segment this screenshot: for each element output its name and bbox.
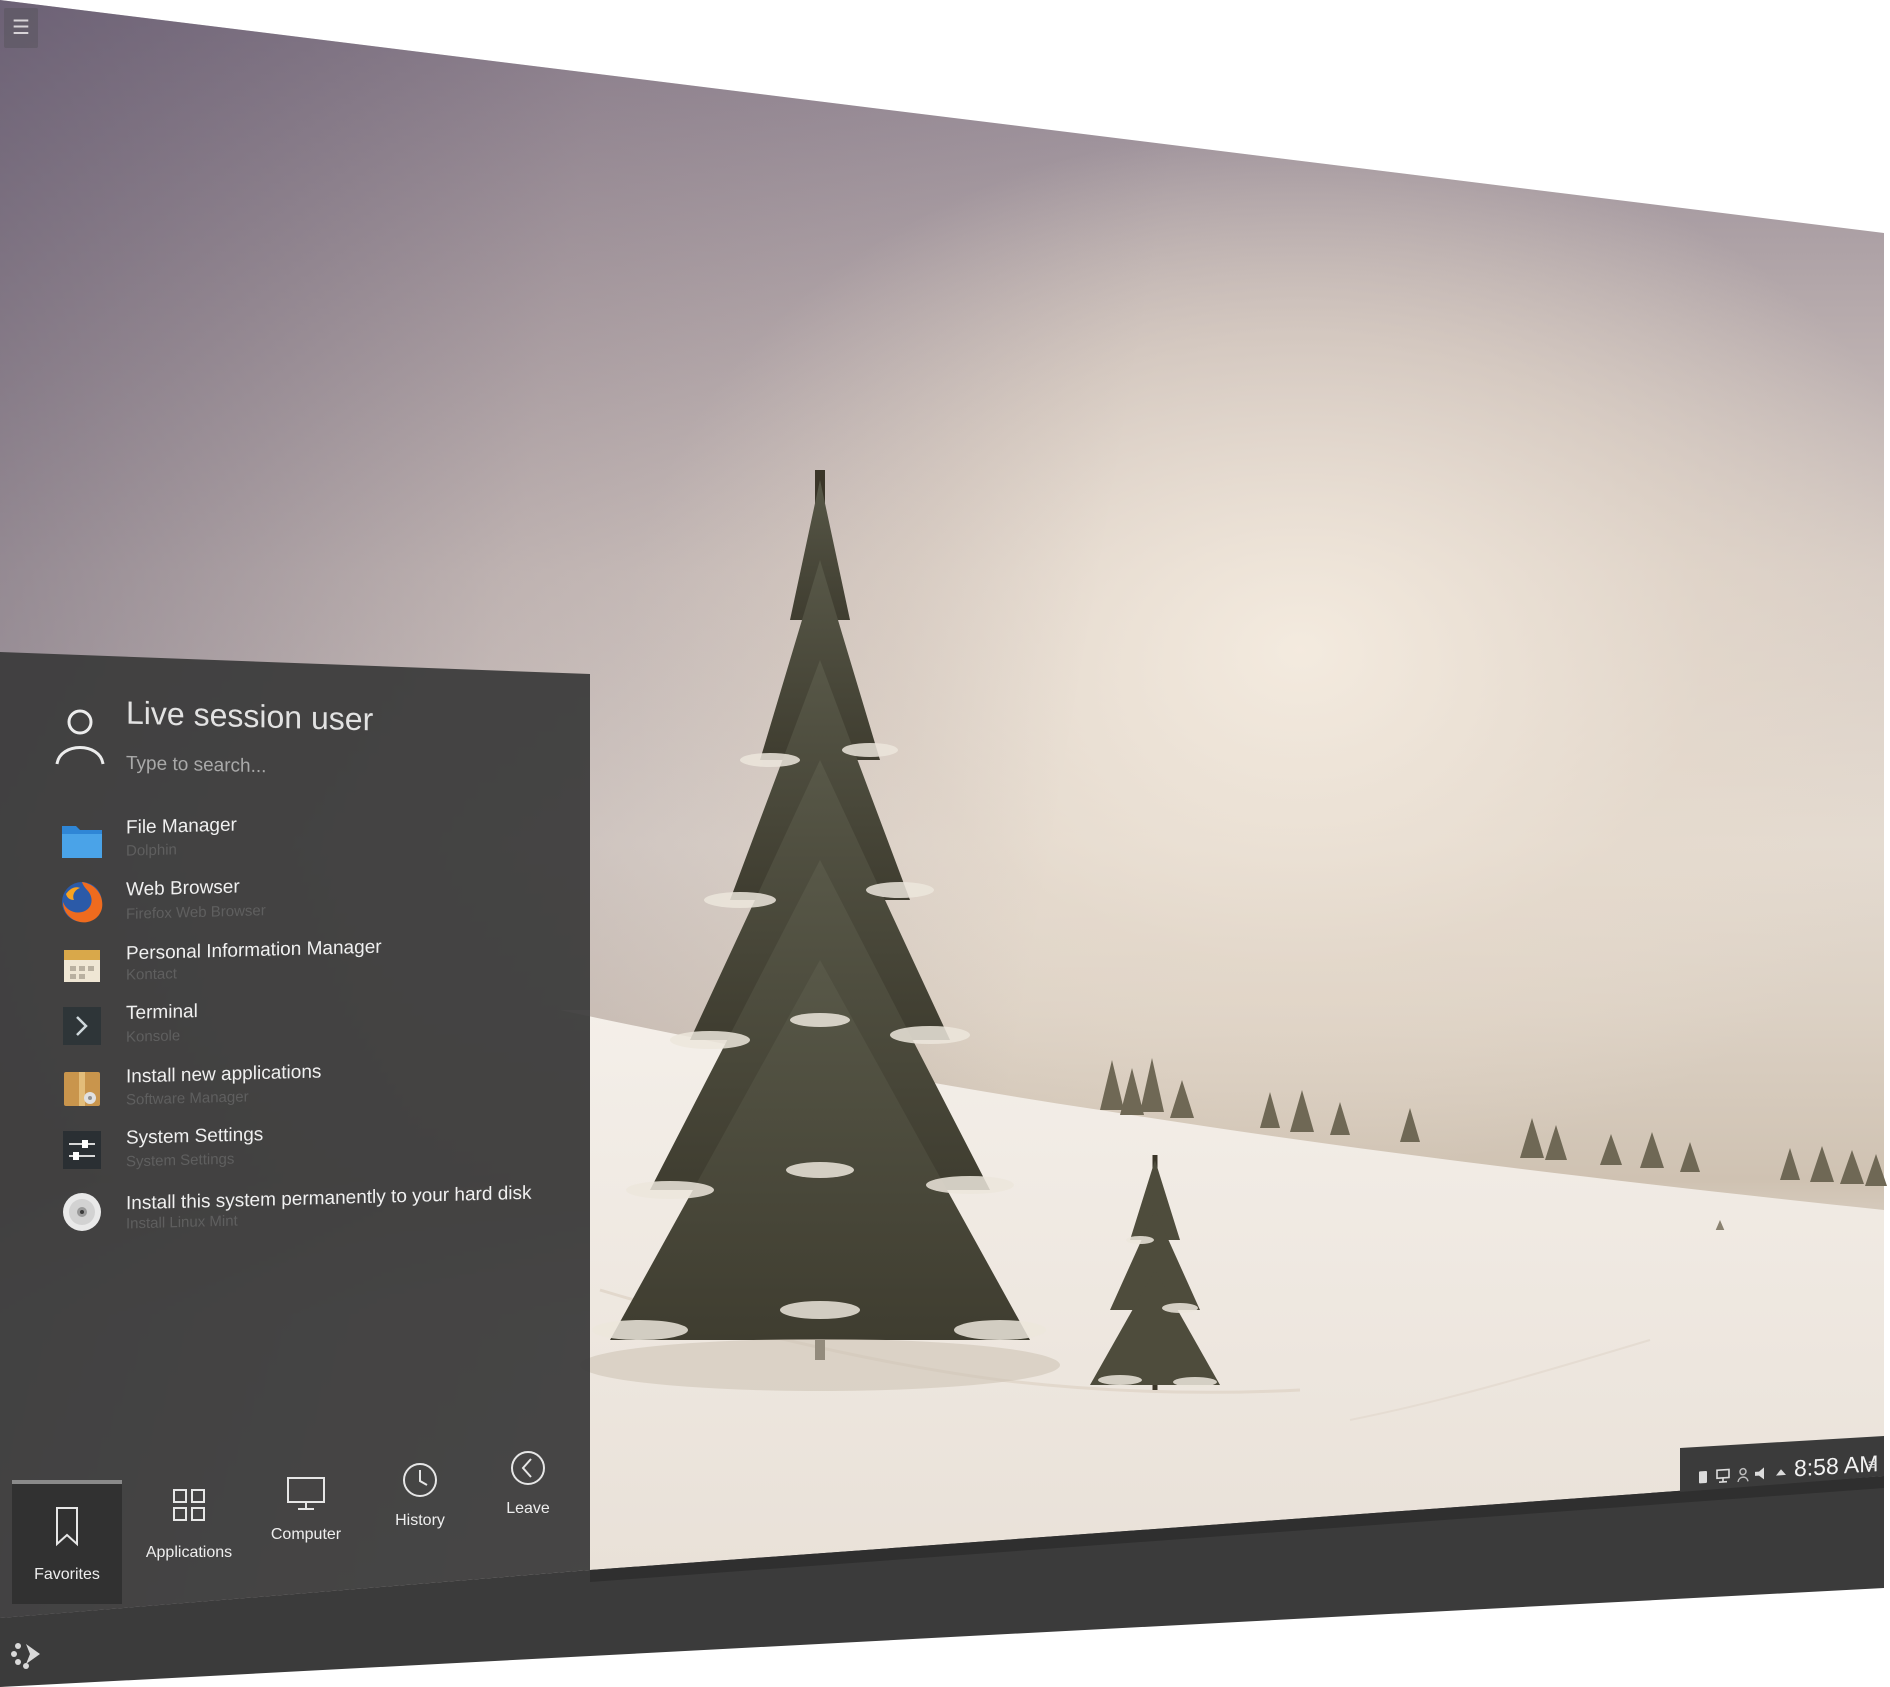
favorite-install-system[interactable]: Install this system permanently to your … [54, 1182, 554, 1242]
tab-label: Favorites [34, 1566, 100, 1583]
clock[interactable]: 8:58 AM [1794, 1450, 1878, 1482]
back-arrow-icon [511, 1451, 545, 1485]
favorite-install-new-applications[interactable]: Install new applications Software Manage… [54, 1060, 554, 1118]
favorite-subtitle: System Settings [126, 1150, 235, 1171]
favorite-title: System Settings [126, 1124, 264, 1149]
tab-history[interactable]: History [365, 1454, 475, 1574]
tab-label: History [395, 1512, 445, 1529]
favorite-web-browser[interactable]: Web Browser Firefox Web Browser [54, 874, 554, 932]
favorite-subtitle: Dolphin [126, 841, 177, 860]
wallpaper-small-tree [1090, 1155, 1220, 1390]
monitor-icon [287, 1477, 325, 1510]
usb-icon[interactable] [1696, 1469, 1710, 1486]
tab-label: Leave [506, 1500, 550, 1517]
tab-label: Applications [145, 1544, 233, 1561]
hamburger-icon: ☰ [12, 17, 30, 39]
grid-icon [173, 1489, 205, 1521]
application-launcher-menu: Live session user File Manager Dolphin W… [0, 652, 590, 1618]
search-input[interactable] [126, 746, 546, 792]
tab-leave[interactable]: Leave [473, 1444, 583, 1564]
settings-icon [63, 1131, 101, 1169]
favorite-subtitle: Software Manager [126, 1088, 249, 1109]
folder-icon [62, 826, 102, 858]
tab-applications[interactable]: Applications [134, 1474, 244, 1594]
calendar-icon [64, 950, 100, 982]
favorite-personal-information-manager[interactable]: Personal Information Manager Kontact [54, 936, 554, 994]
tab-computer[interactable]: Computer [251, 1464, 361, 1584]
package-icon [64, 1072, 100, 1106]
disc-icon [63, 1193, 101, 1231]
desktop-toolbox-button[interactable]: ☰ [4, 8, 38, 48]
volume-icon[interactable] [1754, 1465, 1768, 1482]
user-icon[interactable] [1736, 1466, 1750, 1483]
favorite-title: Web Browser [126, 876, 240, 901]
favorite-title: Terminal [126, 1001, 198, 1024]
favorite-file-manager[interactable]: File Manager Dolphin [54, 812, 554, 870]
favorite-subtitle: Kontact [126, 965, 177, 984]
terminal-icon [63, 1007, 101, 1045]
network-icon[interactable] [1716, 1467, 1730, 1484]
desktop: ☰ 8:58 AM ≡ Live session user Type to se… [0, 0, 1890, 1687]
tab-label: Computer [270, 1526, 342, 1543]
expand-arrow-icon[interactable] [1774, 1464, 1788, 1481]
favorite-terminal[interactable]: Terminal Konsole [54, 998, 554, 1056]
favorite-title: Install new applications [126, 1061, 322, 1088]
clock-icon [403, 1463, 437, 1497]
user-name: Live session user [126, 694, 374, 738]
panel-options-icon[interactable]: ≡ [1868, 1456, 1877, 1474]
favorite-subtitle: Konsole [126, 1027, 181, 1046]
application-launcher-button[interactable] [8, 1636, 44, 1672]
favorite-title: Install this system permanently to your … [126, 1182, 532, 1215]
firefox-icon [62, 882, 103, 923]
favorite-system-settings[interactable]: System Settings System Settings [54, 1122, 554, 1180]
bookmark-icon [56, 1507, 78, 1547]
user-avatar-icon [55, 709, 105, 765]
favorite-subtitle: Install Linux Mint [126, 1212, 238, 1233]
favorite-title: Personal Information Manager [126, 936, 382, 965]
favorite-title: File Manager [126, 814, 237, 839]
favorite-subtitle: Firefox Web Browser [126, 902, 266, 923]
tab-favorites[interactable]: Favorites [12, 1480, 122, 1604]
